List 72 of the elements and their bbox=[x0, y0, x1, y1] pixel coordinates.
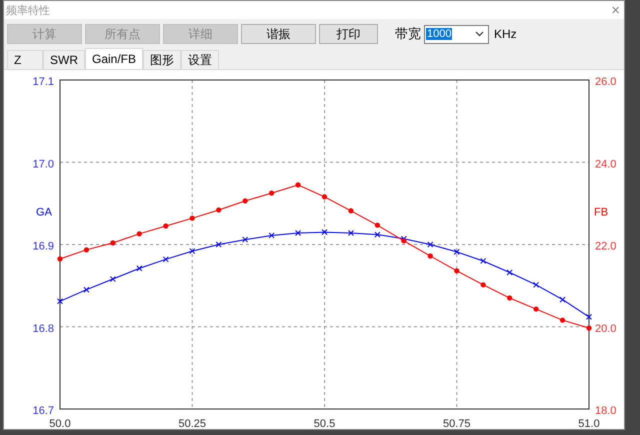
point bbox=[400, 236, 407, 242]
point bbox=[401, 238, 406, 244]
axis-tick-label: 50.5 bbox=[314, 418, 336, 429]
axis-tick-label: 51.0 bbox=[578, 418, 600, 429]
point bbox=[189, 248, 196, 254]
tab[interactable]: 设置 bbox=[181, 50, 220, 69]
point bbox=[242, 236, 248, 243]
point bbox=[586, 314, 592, 320]
point bbox=[162, 256, 169, 262]
point bbox=[295, 230, 302, 236]
unit-label: KHz bbox=[494, 27, 517, 41]
point bbox=[374, 222, 380, 228]
point bbox=[136, 231, 142, 236]
point bbox=[322, 229, 328, 236]
point bbox=[507, 295, 512, 301]
point bbox=[83, 286, 90, 293]
point bbox=[269, 190, 274, 196]
axis-tick-label: 20.0 bbox=[595, 322, 616, 335]
axis-tick-label: 16.8 bbox=[32, 322, 54, 335]
bandwidth-dropdown[interactable]: 1000 bbox=[424, 24, 489, 44]
point bbox=[110, 276, 116, 282]
point bbox=[163, 223, 168, 229]
point bbox=[57, 298, 63, 304]
point bbox=[268, 232, 275, 238]
axis-tick-label: 17.1 bbox=[32, 76, 54, 88]
tab[interactable]: Z bbox=[7, 50, 43, 69]
axis-tick-label: 22.0 bbox=[595, 240, 616, 252]
point bbox=[216, 242, 222, 248]
point bbox=[295, 182, 301, 188]
point bbox=[84, 247, 90, 252]
point bbox=[322, 194, 328, 200]
point bbox=[454, 248, 460, 255]
point bbox=[348, 208, 354, 214]
point bbox=[242, 198, 248, 204]
bandwidth-label: 带宽 bbox=[395, 26, 421, 43]
point bbox=[348, 230, 354, 236]
axis-tick-label: 16.7 bbox=[32, 405, 54, 417]
point bbox=[216, 207, 222, 213]
axis-tick-label: 16.9 bbox=[32, 240, 54, 252]
window-title: 频率特性 bbox=[6, 2, 50, 18]
caret-icon bbox=[475, 31, 484, 37]
axis-tick-label: 26.0 bbox=[595, 76, 616, 88]
point bbox=[480, 258, 486, 264]
point bbox=[57, 256, 63, 262]
toolbar-button[interactable]: 打印 bbox=[319, 24, 378, 44]
axis-tick-label: 50.75 bbox=[442, 418, 471, 429]
point bbox=[136, 265, 142, 272]
point bbox=[560, 318, 566, 323]
axis-title: FB bbox=[594, 206, 608, 218]
point bbox=[190, 216, 195, 221]
point bbox=[533, 282, 540, 288]
axis-tick-label: 17.0 bbox=[32, 158, 54, 170]
point bbox=[506, 269, 513, 276]
point bbox=[586, 325, 592, 331]
tab[interactable]: 图形 bbox=[143, 50, 182, 69]
point bbox=[480, 282, 486, 288]
axis-tick-label: 50.0 bbox=[49, 418, 71, 429]
point bbox=[560, 296, 566, 303]
axis-title: GA bbox=[36, 206, 52, 218]
point bbox=[427, 242, 434, 248]
close-button[interactable]: × bbox=[611, 2, 620, 18]
axis-tick-label: 18.0 bbox=[595, 405, 616, 417]
axis-tick-label: 24.0 bbox=[595, 158, 616, 170]
toolbar-button[interactable]: 谐振 bbox=[241, 24, 316, 44]
point bbox=[454, 268, 460, 274]
axis-tick-label: 50.25 bbox=[178, 418, 206, 429]
tab[interactable]: SWR bbox=[43, 50, 85, 69]
point bbox=[534, 306, 539, 312]
point bbox=[428, 253, 433, 259]
point bbox=[374, 232, 380, 238]
tab[interactable]: Gain/FB bbox=[85, 48, 144, 69]
point bbox=[110, 240, 116, 246]
